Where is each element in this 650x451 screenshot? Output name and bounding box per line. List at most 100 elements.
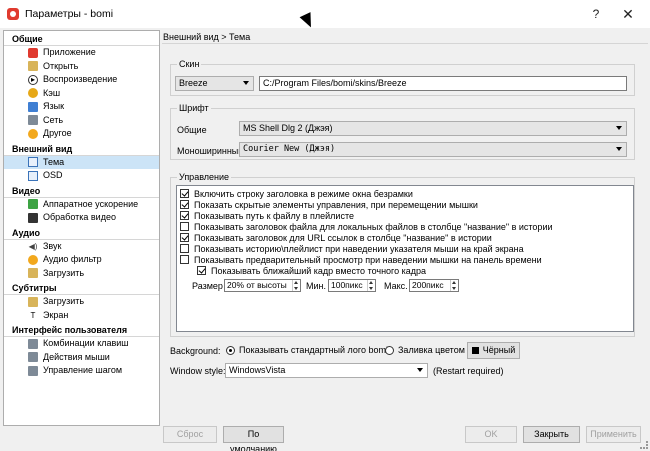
mouse-icon	[28, 352, 38, 363]
background-label: Background:	[170, 346, 221, 356]
restart-note: (Restart required)	[433, 366, 504, 376]
load-icon	[28, 296, 38, 307]
skin-select[interactable]: Breeze	[175, 76, 254, 91]
sidebar-item-application[interactable]: Приложение	[4, 46, 159, 60]
radio-button[interactable]	[226, 346, 235, 356]
option-local-file-title[interactable]: Показывать заголовок файла для локальных…	[180, 221, 553, 232]
hardware-icon	[28, 199, 38, 210]
category-video[interactable]: Видео	[4, 185, 159, 198]
size-label: Размер	[192, 281, 223, 291]
load-icon	[28, 268, 38, 279]
checkbox[interactable]	[180, 189, 189, 198]
sidebar-item-audio-load[interactable]: Загрузить	[4, 267, 159, 281]
sidebar-item-shortcuts[interactable]: Комбинации клавиш	[4, 337, 159, 351]
radio-button[interactable]	[385, 346, 394, 356]
app-icon	[28, 47, 38, 58]
cache-icon	[28, 88, 38, 99]
apply-button[interactable]: Применить	[586, 426, 641, 443]
skin-path-field[interactable]: C:/Program Files/bomi/skins/Breeze	[259, 76, 627, 91]
checkbox[interactable]	[180, 255, 189, 264]
checkbox[interactable]	[180, 244, 189, 253]
defaults-button[interactable]: По умолчанию	[223, 426, 284, 451]
spinner-arrows-icon[interactable]	[367, 280, 375, 291]
chevron-down-icon	[616, 147, 622, 151]
sidebar-item-cache[interactable]: Кэш	[4, 87, 159, 101]
option-nearest-frame[interactable]: Показывать ближайший кадр вместо точного…	[197, 265, 426, 276]
sidebar-item-open[interactable]: Открыть	[4, 60, 159, 74]
min-spinbox[interactable]: 100пикс	[328, 279, 376, 292]
sidebar-item-network[interactable]: Сеть	[4, 114, 159, 128]
category-user-interface[interactable]: Интерфейс пользователя	[4, 324, 159, 337]
sidebar-item-language[interactable]: Язык	[4, 100, 159, 114]
font-group-label: Шрифт	[177, 103, 211, 113]
option-preview-on-timeline[interactable]: Показывать предварительный просмотр при …	[180, 254, 542, 265]
film-icon	[28, 212, 38, 223]
settings-category-tree[interactable]: Общие Приложение Открыть ▸ Воспроизведени…	[3, 30, 160, 426]
keyboard-icon	[28, 338, 38, 349]
help-button[interactable]: ?	[578, 0, 614, 28]
skin-group-label: Скин	[177, 59, 202, 69]
reset-button[interactable]: Сброс	[163, 426, 217, 443]
sidebar-item-sound[interactable]: ◀) Звук	[4, 240, 159, 254]
category-appearance[interactable]: Внешний вид	[4, 143, 159, 156]
title-bar: Параметры - bomi ? ✕	[0, 0, 650, 28]
close-button[interactable]: Закрыть	[523, 426, 580, 443]
spinner-arrows-icon[interactable]	[292, 280, 300, 291]
control-group-label: Управление	[177, 172, 232, 182]
option-show-hidden-controls[interactable]: Показать скрытые элементы управления, пр…	[180, 199, 478, 210]
option-url-title[interactable]: Показывать заголовок для URL ссылок в ст…	[180, 232, 492, 243]
min-label: Мин.	[306, 281, 326, 291]
option-titlebar-frameless[interactable]: Включить строку заголовка в режиме окна …	[180, 188, 413, 199]
theme-icon	[28, 157, 38, 168]
language-icon	[28, 101, 38, 112]
option-show-file-path[interactable]: Показывать путь к файлу в плейлисте	[180, 210, 354, 221]
category-general[interactable]: Общие	[4, 33, 159, 46]
mono-font-select[interactable]: Courier New (Джэя)	[239, 142, 627, 157]
sidebar-item-video-processing[interactable]: Обработка видео	[4, 211, 159, 225]
max-spinbox[interactable]: 200пикс	[409, 279, 459, 292]
category-subtitles[interactable]: Субтитры	[4, 282, 159, 295]
background-color-button[interactable]: Чёрный	[467, 342, 520, 359]
chevron-down-icon	[417, 368, 423, 372]
checkbox[interactable]	[180, 222, 189, 231]
sidebar-item-subtitle-load[interactable]: Загрузить	[4, 295, 159, 309]
ok-button[interactable]: OK	[465, 426, 517, 443]
close-window-button[interactable]: ✕	[610, 0, 646, 28]
spinner-arrows-icon[interactable]	[450, 280, 458, 291]
window-style-label: Window style:	[170, 366, 226, 376]
folder-icon	[28, 61, 38, 72]
speaker-icon: ◀)	[28, 241, 38, 251]
general-font-label: Общие	[177, 125, 207, 135]
sidebar-item-audio-filter[interactable]: Аудио фильтр	[4, 253, 159, 267]
checkbox[interactable]	[180, 200, 189, 209]
sidebar-item-screen[interactable]: T Экран	[4, 309, 159, 323]
step-icon	[28, 365, 38, 376]
sidebar-item-other[interactable]: Другое	[4, 127, 159, 141]
sidebar-item-hardware-acceleration[interactable]: Аппаратное ускорение	[4, 198, 159, 212]
play-icon: ▸	[28, 74, 38, 85]
checkbox[interactable]	[180, 211, 189, 220]
general-font-select[interactable]: MS Shell Dlg 2 (Джэя)	[239, 121, 627, 136]
sidebar-item-step-control[interactable]: Управление шагом	[4, 364, 159, 378]
max-label: Макс.	[384, 281, 408, 291]
option-history-on-edge[interactable]: Показывать историю\плейлист при наведени…	[180, 243, 524, 254]
checkbox[interactable]	[197, 266, 206, 275]
sidebar-item-theme[interactable]: Тема	[4, 155, 159, 169]
size-spinbox[interactable]: 20% от высоты	[224, 279, 301, 292]
window-style-select[interactable]: WindowsVista	[225, 363, 428, 378]
text-icon: T	[30, 310, 36, 320]
sidebar-item-playback[interactable]: ▸ Воспроизведение	[4, 73, 159, 87]
background-logo-option[interactable]: Показывать стандартный лого bomi	[226, 345, 388, 356]
color-swatch-icon	[471, 347, 479, 355]
sidebar-item-mouse-actions[interactable]: Действия мыши	[4, 351, 159, 365]
bomi-app-icon	[7, 8, 19, 20]
chevron-down-icon	[616, 126, 622, 130]
background-fill-option[interactable]: Заливка цветом	[385, 345, 465, 356]
control-options-list: Включить строку заголовка в режиме окна …	[176, 185, 634, 332]
checkbox[interactable]	[180, 233, 189, 242]
sidebar-item-osd[interactable]: OSD	[4, 169, 159, 183]
gear-icon	[28, 128, 38, 139]
window-title: Параметры - bomi	[25, 8, 114, 20]
category-audio[interactable]: Аудио	[4, 227, 159, 240]
resize-grip-icon[interactable]	[640, 441, 648, 449]
